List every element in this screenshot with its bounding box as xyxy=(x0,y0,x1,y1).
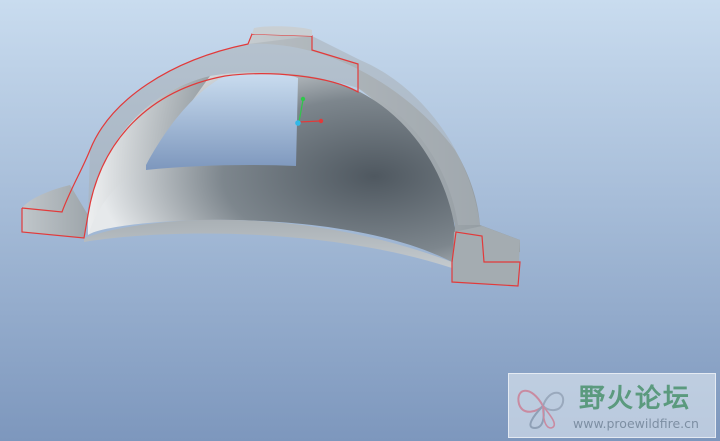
y-axis-handle xyxy=(300,96,306,102)
x-axis-handle xyxy=(318,118,324,124)
axis-origin-icon xyxy=(295,120,301,126)
butterfly-logo-icon xyxy=(517,389,565,430)
forum-watermark: 野火论坛 www.proewildfire.cn xyxy=(508,373,716,438)
watermark-url: www.proewildfire.cn xyxy=(573,416,699,431)
watermark-title: 野火论坛 xyxy=(579,384,692,414)
